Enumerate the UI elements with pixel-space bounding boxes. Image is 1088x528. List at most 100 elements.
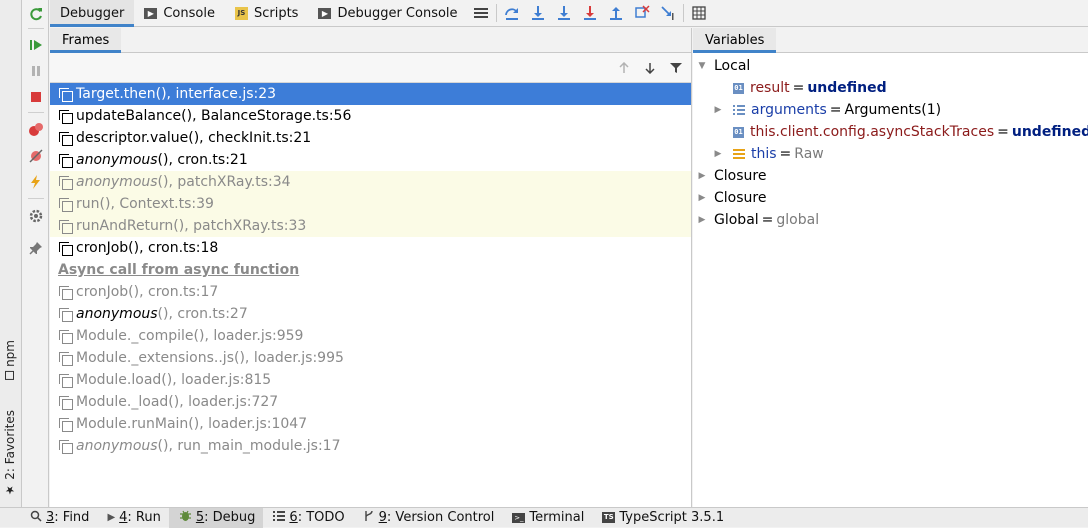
resume-icon[interactable] — [28, 37, 44, 53]
version-control-tool-button[interactable]: 9: Version Control — [353, 508, 503, 528]
pin-icon[interactable] — [28, 240, 44, 256]
frame-row[interactable]: runAndReturn(), patchXRay.ts:33 — [50, 215, 691, 237]
frame-row[interactable]: descriptor.value(), checkInit.ts:21 — [50, 127, 691, 149]
frames-toolbar — [50, 53, 691, 83]
frame-row[interactable]: anonymous(), patchXRay.ts:34 — [50, 171, 691, 193]
collapsed-arrow-icon[interactable]: ▶ — [713, 149, 723, 159]
tab-scripts-label: Scripts — [253, 5, 299, 21]
typescript-tool-button[interactable]: TS TypeScript 3.5.1 — [592, 508, 732, 528]
collapsed-arrow-icon[interactable]: ▶ — [713, 105, 723, 115]
collapsed-arrow-icon[interactable]: ▶ — [697, 215, 707, 225]
step-into-icon[interactable] — [525, 0, 551, 27]
scope-closure[interactable]: ▶ Closure — [693, 165, 1088, 187]
frame-row[interactable]: anonymous(), run_main_module.js:17 — [50, 435, 691, 457]
frame-row[interactable]: Module.runMain(), loader.js:1047 — [50, 413, 691, 435]
settings-gear-icon[interactable] — [28, 208, 44, 224]
frame-location: , patchXRay.ts:33 — [184, 218, 307, 234]
step-over-icon[interactable] — [499, 0, 525, 27]
frame-row[interactable]: Module._extensions..js(), loader.js:995 — [50, 347, 691, 369]
frame-row[interactable]: cronJob(), cron.ts:17 — [50, 281, 691, 303]
frame-parens: () — [157, 174, 169, 190]
terminal-tool-button[interactable]: >_ Terminal — [502, 508, 592, 528]
frame-parens: () — [157, 438, 169, 454]
view-breakpoints-icon[interactable] — [28, 122, 44, 138]
variable-value: Raw — [794, 146, 824, 162]
collapsed-arrow-icon[interactable]: ▶ — [697, 193, 707, 203]
frame-function: anonymous — [76, 152, 158, 168]
filter-icon[interactable] — [667, 59, 685, 77]
variable-row[interactable]: 01 this.client.config.asyncStackTraces = u… — [693, 121, 1088, 143]
step-out-icon[interactable] — [603, 0, 629, 27]
frame-row[interactable]: Module.load(), loader.js:815 — [50, 369, 691, 391]
frame-icon — [58, 329, 73, 344]
frame-function: cronJob() — [76, 284, 140, 300]
scope-closure[interactable]: ▶ Closure — [693, 187, 1088, 209]
find-tool-button[interactable]: 3: Find — [0, 508, 97, 528]
frame-parens: () — [157, 152, 169, 168]
todo-tool-button[interactable]: 6: TODO — [263, 508, 352, 528]
frame-row[interactable]: Target.then(), interface.js:23 — [50, 83, 691, 105]
frame-location: , cron.ts:17 — [139, 284, 219, 300]
frame-list: Target.then(), interface.js:23 updateBal… — [50, 83, 691, 457]
frame-icon — [58, 197, 73, 212]
find-label: : Find — [54, 510, 90, 525]
pause-icon[interactable] — [28, 63, 44, 79]
frame-row[interactable]: run(), Context.ts:39 — [50, 193, 691, 215]
drop-frame-icon[interactable] — [629, 0, 655, 27]
variables-tree: ▼ Local 01 result = undefined ▶ arguments =… — [693, 53, 1088, 231]
npm-tool-tab[interactable]: npm — [3, 340, 17, 380]
frames-tab[interactable]: Frames — [50, 28, 122, 53]
variables-header: Variables — [693, 28, 1088, 53]
scope-local[interactable]: ▼ Local — [693, 55, 1088, 77]
run-to-cursor-icon[interactable] — [655, 0, 681, 27]
variables-tab[interactable]: Variables — [693, 28, 777, 53]
run-tool-button[interactable]: ▶ 4: Run — [97, 508, 168, 528]
frame-location: , Context.ts:39 — [110, 196, 214, 212]
evaluate-table-icon[interactable] — [686, 0, 712, 27]
debug-actions-column — [23, 0, 49, 507]
step-into-red-icon[interactable] — [577, 0, 603, 27]
frame-location: , BalanceStorage.ts:56 — [192, 108, 352, 124]
frame-location: , checkInit.ts:21 — [199, 130, 312, 146]
tab-debugger[interactable]: Debugger — [50, 0, 135, 27]
arrow-down-icon[interactable] — [641, 59, 659, 77]
frame-location: , cron.ts:27 — [168, 306, 248, 322]
frame-row[interactable]: cronJob(), cron.ts:18 — [50, 237, 691, 259]
frame-function: anonymous — [76, 174, 158, 190]
terminal-label: Terminal — [529, 510, 585, 525]
scope-closure-label: Closure — [714, 168, 767, 184]
status-bar: 3: Find ▶ 4: Run 5: Debug 6: TODO 9: Ver… — [0, 507, 1088, 528]
npm-label: npm — [3, 340, 17, 367]
variable-value: Arguments(1) — [844, 102, 942, 118]
variable-row[interactable]: ▶ this = Raw — [693, 143, 1088, 165]
variable-row[interactable]: ▶ arguments = Arguments(1) — [693, 99, 1088, 121]
variables-panel: Variables ▼ Local 01 result = undefined ▶ … — [693, 28, 1088, 507]
stop-icon[interactable] — [28, 89, 44, 105]
force-step-into-icon[interactable] — [551, 0, 577, 27]
tab-console[interactable]: ▶ Console — [134, 0, 225, 27]
tab-debugger-console[interactable]: ▶ Debugger Console — [308, 0, 467, 27]
frame-location: , cron.ts:21 — [168, 152, 248, 168]
mute-breakpoints-icon[interactable] — [28, 148, 44, 164]
debug-tool-button[interactable]: 5: Debug — [168, 507, 264, 528]
frame-function: Module._compile() — [76, 328, 205, 344]
frame-row[interactable]: Module._load(), loader.js:727 — [50, 391, 691, 413]
arrow-up-icon[interactable] — [615, 59, 633, 77]
frame-row[interactable]: anonymous(), cron.ts:27 — [50, 303, 691, 325]
todo-mnemonic: 6 — [289, 510, 298, 525]
frame-row[interactable]: Module._compile(), loader.js:959 — [50, 325, 691, 347]
rerun-icon[interactable] — [28, 6, 44, 22]
menu-lines-icon[interactable] — [468, 0, 494, 27]
frame-icon — [58, 175, 73, 190]
frame-icon — [58, 439, 73, 454]
scope-global[interactable]: ▶ Global = global — [693, 209, 1088, 231]
tab-scripts[interactable]: JS Scripts — [225, 0, 308, 27]
variable-row[interactable]: 01 result = undefined — [693, 77, 1088, 99]
typescript-icon: TS — [602, 512, 616, 523]
frame-row[interactable]: anonymous(), cron.ts:21 — [50, 149, 691, 171]
lightning-icon[interactable] — [28, 174, 44, 190]
collapsed-arrow-icon[interactable]: ▶ — [697, 171, 707, 181]
favorites-tool-tab[interactable]: ★ 2: Favorites — [3, 410, 17, 497]
expanded-arrow-icon[interactable]: ▼ — [697, 61, 707, 71]
frame-row[interactable]: updateBalance(), BalanceStorage.ts:56 — [50, 105, 691, 127]
